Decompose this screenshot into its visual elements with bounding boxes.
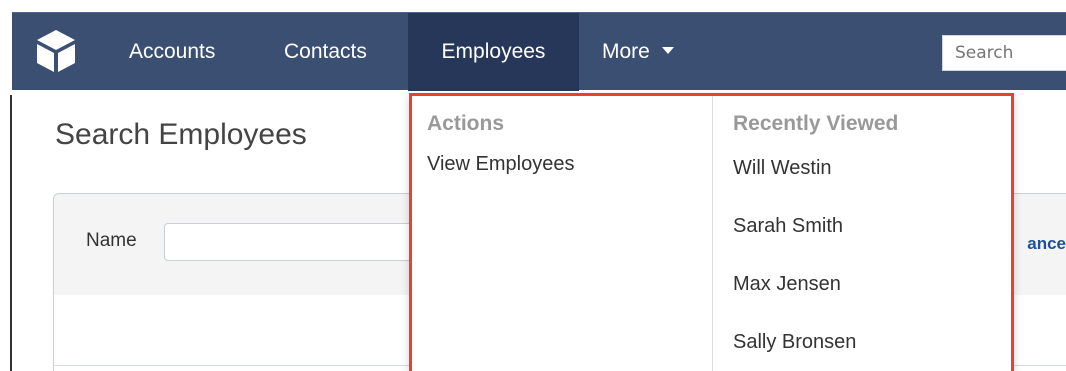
actions-heading: Actions — [427, 112, 505, 135]
cube-logo-icon[interactable] — [32, 27, 80, 75]
name-label: Name — [86, 230, 137, 251]
recent-item-max-jensen[interactable]: Max Jensen — [733, 255, 1002, 313]
actions-column: Actions View Employees — [427, 96, 702, 176]
recently-viewed-heading: Recently Viewed — [733, 112, 899, 135]
nav-contacts[interactable]: Contacts — [284, 13, 367, 91]
page-title: Search Employees — [55, 118, 307, 151]
employees-dropdown-menu: Actions View Employees Recently Viewed W… — [409, 93, 1014, 371]
navbar: Accounts Contacts Employees More — [12, 12, 1066, 91]
name-input[interactable] — [164, 223, 424, 261]
nav-more-label: More — [602, 40, 650, 63]
recent-item-sarah-smith[interactable]: Sarah Smith — [733, 197, 1002, 255]
nav-more[interactable]: More — [602, 13, 674, 91]
recently-viewed-list: Will Westin Sarah Smith Max Jensen Sally… — [733, 139, 1002, 371]
caret-down-icon — [661, 46, 674, 54]
top-area: Accounts Contacts Employees More — [0, 0, 1066, 95]
nav-accounts[interactable]: Accounts — [129, 13, 215, 91]
recently-viewed-column: Recently Viewed Will Westin Sarah Smith … — [712, 96, 1002, 371]
advanced-search-link[interactable]: ance — [1027, 234, 1066, 254]
menu-item-view-employees[interactable]: View Employees — [427, 153, 702, 176]
left-divider — [10, 95, 12, 371]
recent-item-sally-bronsen[interactable]: Sally Bronsen — [733, 313, 1002, 371]
nav-employees[interactable]: Employees — [408, 13, 579, 91]
search-input[interactable] — [942, 35, 1066, 71]
recent-item-will-westin[interactable]: Will Westin — [733, 139, 1002, 197]
